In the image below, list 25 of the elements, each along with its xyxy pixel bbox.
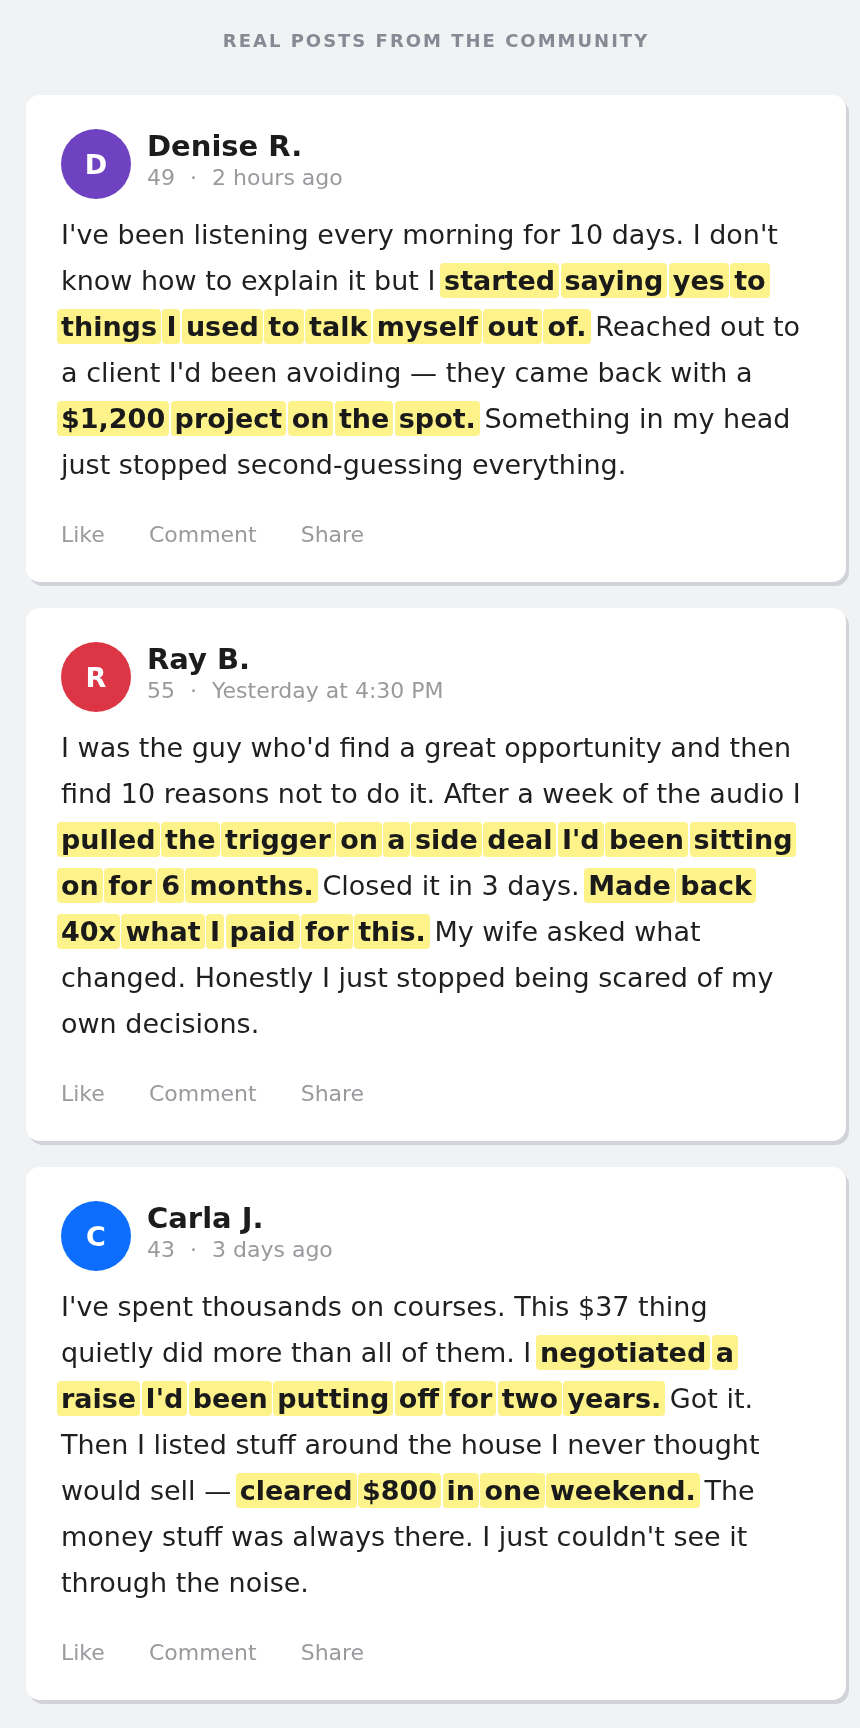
- post-action-button[interactable]: Share: [300, 522, 365, 548]
- author-name: Ray B.: [147, 642, 252, 676]
- post-action-button[interactable]: Like: [61, 522, 105, 548]
- section-heading: REAL POSTS FROM THE COMMUNITY: [221, 29, 651, 53]
- author-name: Denise R.: [147, 129, 304, 163]
- meta-number: 43: [147, 1237, 175, 1263]
- post-action-button[interactable]: Like: [61, 1081, 105, 1107]
- post-time: Yesterday at 4:30 PM: [212, 678, 444, 704]
- avatar: R: [61, 642, 131, 712]
- avatar: D: [61, 129, 131, 199]
- meta-number: 55: [147, 678, 175, 704]
- post-action-button[interactable]: Comment: [148, 1640, 257, 1666]
- post-action-button[interactable]: Share: [300, 1081, 365, 1107]
- meta-separator: ·: [190, 165, 197, 191]
- post-action-button[interactable]: Like: [61, 1640, 105, 1666]
- avatar: C: [61, 1201, 131, 1271]
- meta-separator: ·: [190, 1237, 197, 1263]
- post-action-button[interactable]: Comment: [148, 1081, 257, 1107]
- post-action-button[interactable]: Comment: [148, 522, 257, 548]
- post-time: 2 hours ago: [212, 165, 343, 191]
- post-time: 3 days ago: [212, 1237, 333, 1263]
- author-name: Carla J.: [147, 1201, 265, 1235]
- post-action-button[interactable]: Share: [300, 1640, 365, 1666]
- meta-number: 49: [147, 165, 175, 191]
- meta-separator: ·: [190, 678, 197, 704]
